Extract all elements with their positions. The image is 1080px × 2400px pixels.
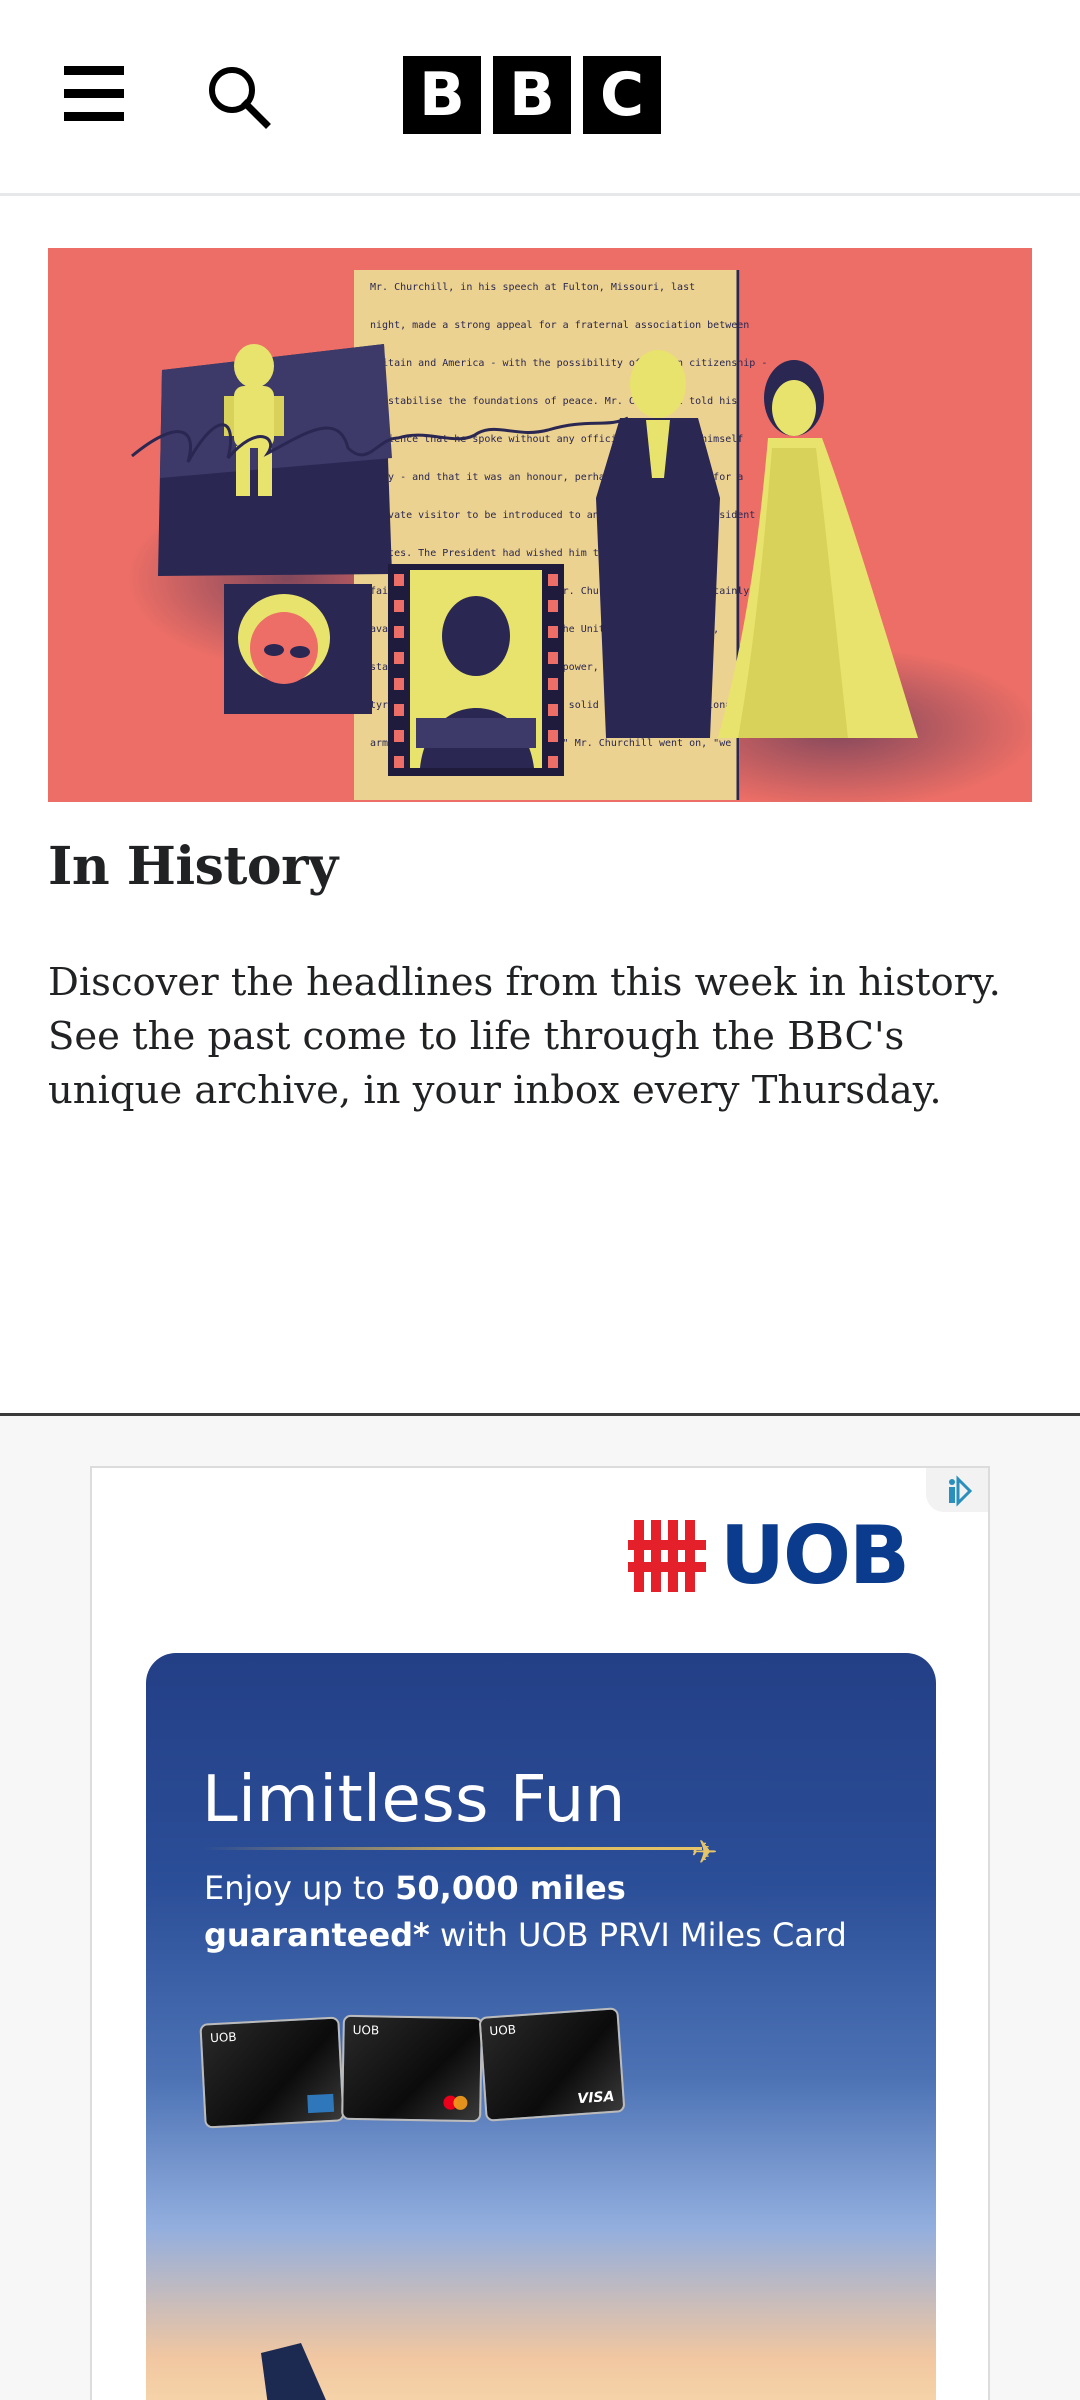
woman-in-gown-figure [718, 360, 918, 738]
ad-divider-line [202, 1847, 702, 1850]
logo-letter-b2: B [493, 56, 571, 134]
hamburger-menu-icon[interactable] [64, 66, 126, 122]
credit-card-visa: UOB VISA [478, 2007, 626, 2122]
section-title[interactable]: In History [48, 836, 338, 897]
logo-letter-c: C [583, 56, 661, 134]
adchoices-icon[interactable] [926, 1468, 988, 1512]
credit-card-mastercard: UOB [341, 2014, 483, 2123]
section-description: Discover the headlines from this week in… [48, 960, 1001, 1113]
document-line: night, made a strong appeal for a frater… [370, 320, 749, 331]
uob-mark-icon [628, 1516, 706, 1596]
uob-logo: UOB [628, 1509, 910, 1602]
ad-headline: Limitless Fun [202, 1763, 626, 1837]
uob-advertisement[interactable]: UOB Limitless Fun ✈ Enjoy up to 50,000 m… [90, 1466, 990, 2400]
ad-subtext: Enjoy up to 50,000 miles guaranteed* with… [204, 1869, 847, 1954]
credit-cards-image: UOB UOB UOB VISA [199, 2007, 632, 2168]
advertisement-region: UOB Limitless Fun ✈ Enjoy up to 50,000 m… [0, 1413, 1080, 2400]
credit-card-amex: UOB [199, 2016, 345, 2129]
document-line: Britain and America - with the possibili… [370, 358, 767, 369]
logo-letter-b1: B [403, 56, 481, 134]
top-navigation-bar: B B C [0, 0, 1080, 196]
hero-collage-image[interactable]: Mr. Churchill, in his speech at Fulton, … [48, 248, 1032, 802]
airplane-wing-image [261, 2343, 326, 2400]
bbc-logo[interactable]: B B C [403, 56, 661, 134]
ad-creative-panel[interactable]: Limitless Fun ✈ Enjoy up to 50,000 miles… [146, 1653, 936, 2400]
document-line: Mr. Churchill, in his speech at Fulton, … [370, 282, 695, 293]
search-icon[interactable] [204, 62, 274, 132]
uob-brand-text: UOB [720, 1509, 910, 1602]
